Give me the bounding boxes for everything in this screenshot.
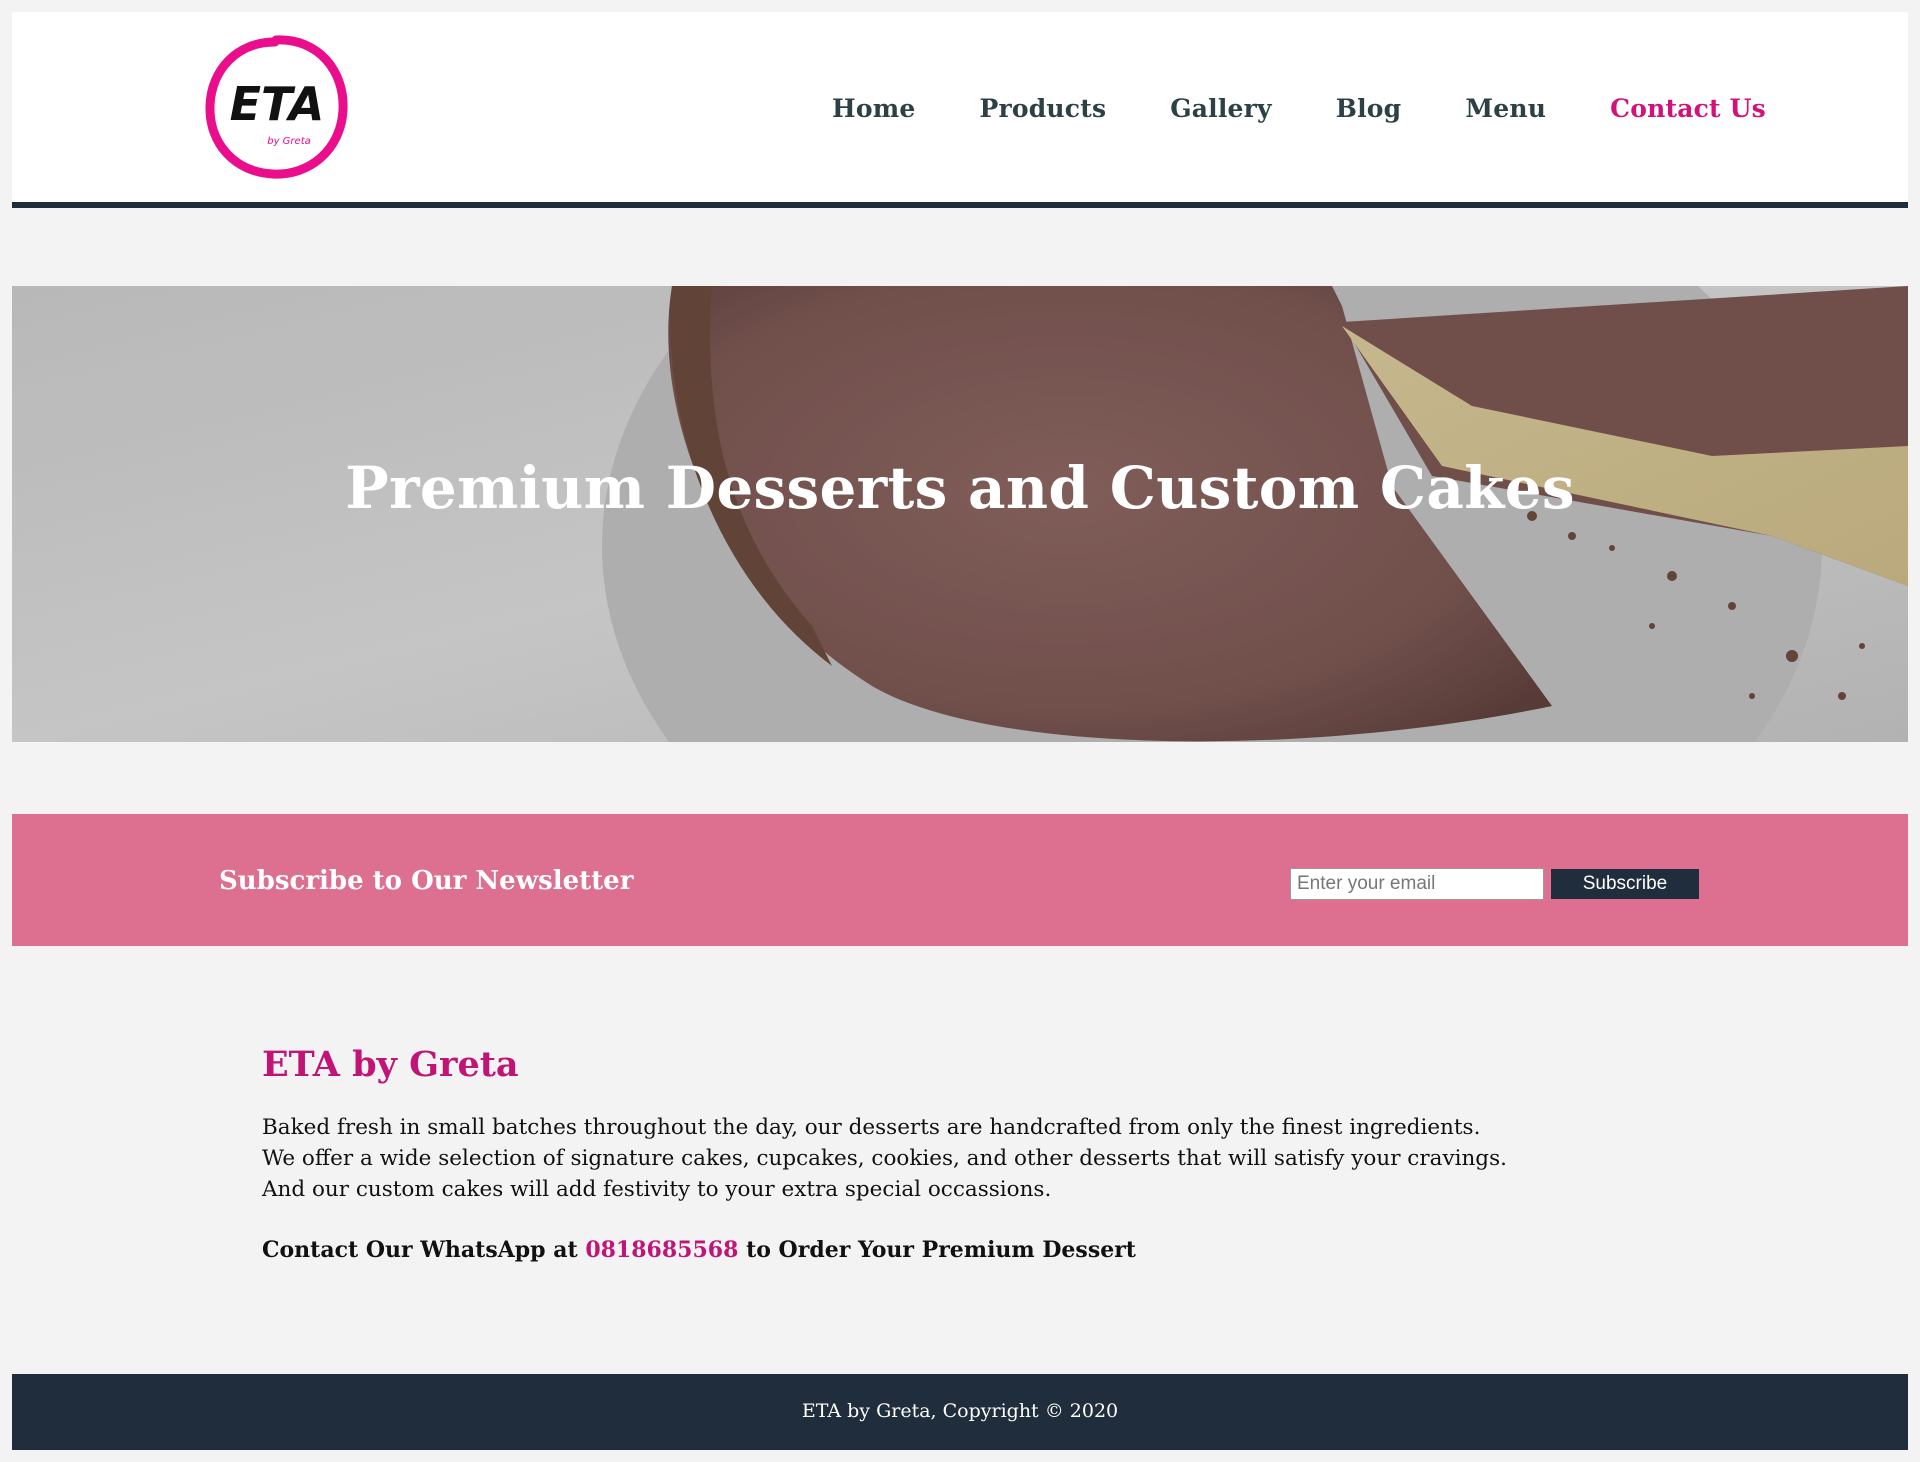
logo-mark: ETA by Greta <box>205 35 348 179</box>
contact-prefix: Contact Our WhatsApp at <box>262 1237 578 1263</box>
nav-menu[interactable]: Menu <box>1465 94 1546 123</box>
newsletter-title: Subscribe to Our Newsletter <box>219 866 634 896</box>
main-nav: Home Products Gallery Blog Menu Contact … <box>832 94 1766 123</box>
nav-contact-us[interactable]: Contact Us <box>1610 94 1766 123</box>
site-footer: ETA by Greta, Copyright © 2020 <box>12 1374 1908 1450</box>
logo-text: ETA <box>230 77 325 131</box>
about-line: Baked fresh in small batches throughout … <box>262 1115 1481 1140</box>
hero-banner: Premium Desserts and Custom Cakes <box>12 286 1908 742</box>
nav-gallery[interactable]: Gallery <box>1170 94 1272 123</box>
nav-products[interactable]: Products <box>979 94 1106 123</box>
nav-blog[interactable]: Blog <box>1336 94 1402 123</box>
eta-logo[interactable]: ETA by Greta <box>201 32 351 182</box>
subscribe-button[interactable]: Subscribe <box>1551 869 1699 899</box>
email-input[interactable] <box>1290 868 1544 900</box>
whatsapp-contact: Contact Our WhatsApp at 0818685568 to Or… <box>262 1237 1136 1263</box>
about-title: ETA by Greta <box>262 1044 519 1085</box>
hero-title: Premium Desserts and Custom Cakes <box>345 454 1575 522</box>
whatsapp-phone-link[interactable]: 0818685568 <box>585 1237 738 1263</box>
logo-subtext: by Greta <box>267 136 311 147</box>
contact-suffix: to Order Your Premium Dessert <box>746 1237 1136 1263</box>
newsletter-bar: Subscribe to Our Newsletter Subscribe <box>12 814 1908 946</box>
about-line: And our custom cakes will add festivity … <box>262 1177 1052 1202</box>
site-header: ETA by Greta Home Products Gallery Blog … <box>12 12 1908 208</box>
nav-home[interactable]: Home <box>832 94 915 123</box>
about-description: Baked fresh in small batches throughout … <box>262 1112 1562 1205</box>
copyright-text: ETA by Greta, Copyright © 2020 <box>801 1400 1119 1422</box>
about-line: We offer a wide selection of signature c… <box>262 1146 1507 1171</box>
